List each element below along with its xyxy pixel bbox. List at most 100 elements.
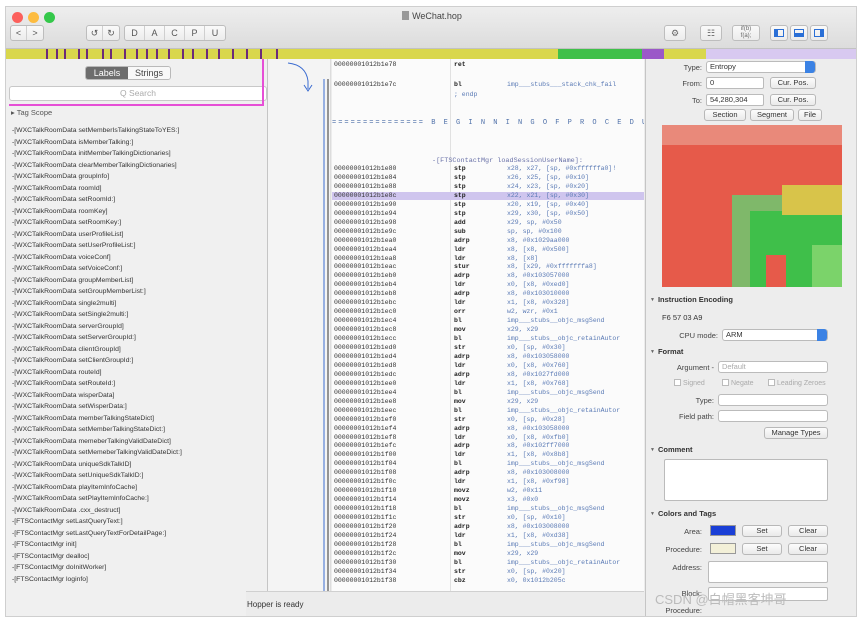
code-line[interactable]: 00000001012b1e84 stp x26, x25, [sp, #0x10] <box>332 174 644 182</box>
segment-button[interactable]: Segment <box>750 109 794 121</box>
colors-tags-header[interactable]: Colors and Tags <box>650 509 716 518</box>
code-line[interactable]: 00000001012b1e9c sub sp, sp, #0x100 <box>332 228 644 236</box>
code-line[interactable]: 00000001012b1f00 ldr x1, [x8, #0x8b8] <box>332 451 644 459</box>
navigation-bar[interactable] <box>6 49 856 59</box>
procedure-clear-button[interactable]: Clear <box>788 543 828 555</box>
code-line[interactable]: 00000001012b1ee4 bl imp___stubs__objc_msgS… <box>332 389 644 397</box>
label-item[interactable]: -[WXCTalkRoomData setServerGroupId:] <box>12 332 264 344</box>
leading-zeroes-checkbox[interactable]: Leading Zeroes <box>768 379 826 387</box>
label-item[interactable]: -[WXCTalkRoomData groupInfo] <box>12 171 264 183</box>
code-line[interactable]: 00000001012b1ec4 bl imp___stubs__objc_msgS… <box>332 317 644 325</box>
manage-types-button[interactable]: Manage Types <box>764 427 828 439</box>
code-line[interactable]: 00000001012b1ec0 orr w2, wzr, #0x1 <box>332 308 644 316</box>
label-item[interactable]: -[WXCTalkRoomData setUserProfileList:] <box>12 240 264 252</box>
label-item[interactable]: -[WXCTalkRoomData uniqueSdkTalkID] <box>12 459 264 471</box>
mode-c-button[interactable]: C <box>165 26 185 40</box>
code-line[interactable]: 00000001012b1e7c bl imp___stubs___stack_ch… <box>332 81 644 89</box>
label-item[interactable]: -[FTSContactMgr loginfo] <box>12 574 264 586</box>
code-line[interactable]: 00000001012b1f18 bl imp___stubs__objc_msgS… <box>332 505 644 513</box>
code-line[interactable]: 00000001012b1f08 adrp x8, #0x103008000 <box>332 469 644 477</box>
area-set-button[interactable]: Set <box>742 525 782 537</box>
label-item[interactable]: -[WXCTalkRoomData setMemberIsTalkingStat… <box>12 125 264 137</box>
type-select[interactable]: Entropy <box>706 61 816 73</box>
pseudo-code-button[interactable]: if(b) f(a); <box>732 25 760 41</box>
from-field[interactable]: 0 <box>706 77 764 89</box>
section-button[interactable]: Section <box>704 109 746 121</box>
redo-button[interactable]: ↻ <box>103 26 119 40</box>
toggle-bottom-panel-button[interactable] <box>790 25 808 41</box>
flow-graph-button[interactable]: ☷ <box>700 25 722 41</box>
area-color-well[interactable] <box>710 525 736 536</box>
label-item[interactable]: -[WXCTalkRoomData routeId] <box>12 367 264 379</box>
label-item[interactable]: -[WXCTalkRoomData memeberTalkingValidDat… <box>12 436 264 448</box>
label-item[interactable]: -[FTSContactMgr setLastQueryTextForDetai… <box>12 528 264 540</box>
label-item[interactable]: -[WXCTalkRoomData single2multi] <box>12 298 264 310</box>
code-line[interactable]: 00000001012b1f10 movz w2, #0x11 <box>332 487 644 495</box>
code-line[interactable]: 00000001012b1ed8 ldr x0, [x8, #0x760] <box>332 362 644 370</box>
label-item[interactable]: -[WXCTalkRoomData playItemInfoCache] <box>12 482 264 494</box>
code-line[interactable]: 00000001012b1f28 bl imp___stubs__objc_msgS… <box>332 541 644 549</box>
format-header[interactable]: Format <box>650 347 683 356</box>
code-line[interactable]: 00000001012b1e78 ret <box>332 61 644 69</box>
mode-d-button[interactable]: D <box>125 26 145 40</box>
label-item[interactable]: -[WXCTalkRoomData initMemberTalkingDicti… <box>12 148 264 160</box>
cpu-mode-select[interactable]: ARM <box>722 329 828 341</box>
comment-field[interactable] <box>664 459 828 501</box>
code-line[interactable]: 00000001012b1eb0 adrp x8, #0x103057000 <box>332 272 644 280</box>
label-item[interactable]: -[WXCTalkRoomData clientGroupId] <box>12 344 264 356</box>
label-item[interactable]: -[WXCTalkRoomData setGroupMemberList:] <box>12 286 264 298</box>
label-item[interactable]: -[FTSContactMgr init] <box>12 539 264 551</box>
code-line[interactable]: 00000001012b1f2c mov x29, x29 <box>332 550 644 558</box>
code-line[interactable]: 00000001012b1ed4 adrp x8, #0x103058000 <box>332 353 644 361</box>
procedure-set-button[interactable]: Set <box>742 543 782 555</box>
label-item[interactable]: -[WXCTalkRoomData voiceConf] <box>12 252 264 264</box>
field-path-select[interactable] <box>718 410 828 422</box>
label-item[interactable]: -[FTSContactMgr dealloc] <box>12 551 264 563</box>
disassembly-view[interactable]: 00000001012b1e78 ret 00000001012b1e7c bl imp… <box>332 59 644 591</box>
code-line[interactable]: 00000001012b1eb4 ldr x0, [x8, #0xed0] <box>332 281 644 289</box>
label-item[interactable]: -[WXCTalkRoomData serverGroupId] <box>12 321 264 333</box>
undo-button[interactable]: ↺ <box>87 26 103 40</box>
code-line[interactable]: 00000001012b1e88 stp x24, x23, [sp, #0x20] <box>332 183 644 191</box>
label-item[interactable]: -[WXCTalkRoomData setWisperData:] <box>12 401 264 413</box>
mode-a-button[interactable]: A <box>145 26 165 40</box>
code-line[interactable]: 00000001012b1f14 movz x3, #0x0 <box>332 496 644 504</box>
code-line[interactable]: 00000001012b1ea0 adrp x8, #0x1029aa000 <box>332 237 644 245</box>
code-line[interactable]: 00000001012b1f24 ldr x1, [x8, #0xd38] <box>332 532 644 540</box>
area-clear-button[interactable]: Clear <box>788 525 828 537</box>
toggle-left-panel-button[interactable] <box>770 25 788 41</box>
code-line[interactable]: 00000001012b1eac stur x8, [x29, #0xfffffff… <box>332 263 644 271</box>
code-line[interactable]: 00000001012b1ef8 ldr x0, [x8, #0xfb0] <box>332 434 644 442</box>
toggle-right-panel-button[interactable] <box>810 25 828 41</box>
label-item[interactable]: -[WXCTalkRoomData setVoiceConf:] <box>12 263 264 275</box>
code-line[interactable]: 00000001012b1ea8 ldr x8, [x8] <box>332 255 644 263</box>
code-line[interactable]: 00000001012b1f20 adrp x8, #0x103008000 <box>332 523 644 531</box>
code-line[interactable]: 00000001012b1edc adrp x8, #0x1027fd000 <box>332 371 644 379</box>
code-line[interactable]: 00000001012b1eec bl imp___stubs__objc_reta… <box>332 407 644 415</box>
procedure-name[interactable]: -[FTSContactMgr loadSessionUserName]: <box>432 157 583 165</box>
procedure-color-well[interactable] <box>710 543 736 554</box>
label-item[interactable]: -[WXCTalkRoomData groupMemberList] <box>12 275 264 287</box>
label-item[interactable]: -[WXCTalkRoomData wisperData] <box>12 390 264 402</box>
label-item[interactable]: -[WXCTalkRoomData setMemberTalkingStateD… <box>12 424 264 436</box>
code-line[interactable]: 00000001012b1ef0 str x0, [sp, #0x28] <box>332 416 644 424</box>
label-item[interactable]: -[WXCTalkRoomData setSingle2multi:] <box>12 309 264 321</box>
code-line[interactable]: 00000001012b1f1c str x0, [sp, #0x10] <box>332 514 644 522</box>
signed-checkbox[interactable]: Signed <box>674 379 705 387</box>
to-cur-pos-button[interactable]: Cur. Pos. <box>770 94 816 106</box>
code-line[interactable]: 00000001012b1ecc bl imp___stubs__objc_reta… <box>332 335 644 343</box>
code-line[interactable]: 00000001012b1f34 str x0, [sp, #0x20] <box>332 568 644 576</box>
label-item[interactable]: -[WXCTalkRoomData setRoomKey:] <box>12 217 264 229</box>
code-line[interactable]: 00000001012b1ee0 ldr x1, [x8, #0x768] <box>332 380 644 388</box>
code-line[interactable]: 00000001012b1e80 stp x28, x27, [sp, #0xfff… <box>332 165 644 173</box>
code-line[interactable]: 00000001012b1eb8 adrp x8, #0x103010000 <box>332 290 644 298</box>
code-line[interactable]: 00000001012b1ebc ldr x1, [x8, #0x328] <box>332 299 644 307</box>
label-item[interactable]: -[WXCTalkRoomData setMemeberTalkingValid… <box>12 447 264 459</box>
code-line[interactable]: 00000001012b1e98 add x29, sp, #0x50 <box>332 219 644 227</box>
label-item[interactable]: -[WXCTalkRoomData setUniqueSdkTalkID:] <box>12 470 264 482</box>
code-line[interactable]: 00000001012b1e90 stp x20, x19, [sp, #0x40] <box>332 201 644 209</box>
code-line[interactable]: 00000001012b1ec8 mov x29, x29 <box>332 326 644 334</box>
label-item[interactable]: -[WXCTalkRoomData userProfileList] <box>12 229 264 241</box>
forward-button[interactable]: > <box>27 26 43 40</box>
code-line[interactable]: 00000001012b1ed0 str x0, [sp, #0x30] <box>332 344 644 352</box>
